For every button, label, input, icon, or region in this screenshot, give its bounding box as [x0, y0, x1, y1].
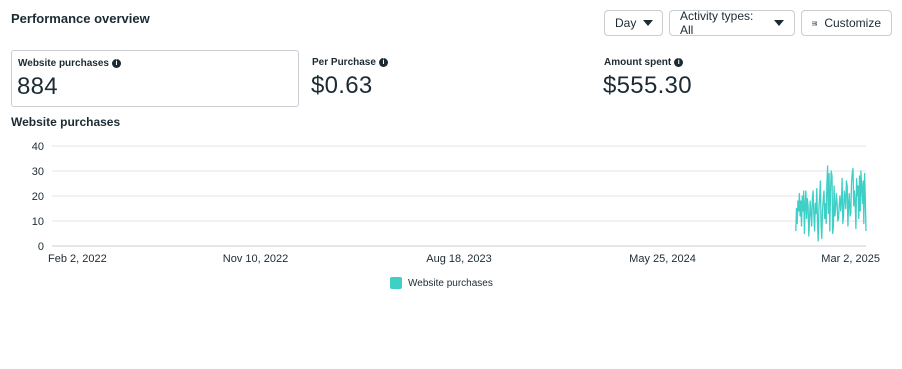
activity-types-label: Activity types: All — [680, 9, 754, 37]
y-tick-label: 30 — [32, 166, 44, 178]
activity-types-dropdown[interactable]: Activity types: All — [669, 9, 795, 37]
metric-label-text: Amount spent — [604, 57, 672, 68]
x-tick-label: Aug 18, 2023 — [426, 253, 491, 265]
page-title: Performance overview — [11, 11, 150, 26]
legend-label: Website purchases — [408, 277, 493, 289]
info-icon[interactable]: i — [111, 59, 121, 68]
x-tick-label: Mar 2, 2025 — [821, 253, 880, 265]
info-icon[interactable]: i — [378, 58, 388, 67]
metric-label-text: Website purchases — [18, 58, 109, 69]
y-tick-label: 10 — [32, 216, 44, 228]
metric-card-website-purchases[interactable]: Website purchases i 884 — [11, 50, 299, 107]
metric-value: $555.30 — [603, 72, 692, 99]
series-line-website-purchases — [795, 165, 867, 242]
metric-card-label: Per Purchase i — [312, 57, 388, 68]
day-dropdown[interactable]: Day — [604, 10, 663, 36]
y-tick-label: 0 — [38, 241, 44, 253]
x-tick-label: Feb 2, 2022 — [48, 253, 107, 265]
legend-swatch — [390, 277, 402, 289]
x-tick-label: Nov 10, 2022 — [223, 253, 288, 265]
caret-down-icon — [643, 20, 654, 26]
metric-label-text: Per Purchase — [312, 57, 376, 68]
metric-card-amount-spent[interactable]: Amount spent i $555.30 — [598, 50, 888, 107]
sliders-icon — [812, 21, 818, 25]
metric-card-label: Website purchases i — [18, 58, 121, 69]
chart-title: Website purchases — [11, 115, 121, 129]
y-tick-label: 40 — [32, 141, 44, 153]
day-dropdown-label: Day — [615, 16, 637, 30]
metric-card-label: Amount spent i — [604, 57, 684, 68]
chart-legend[interactable]: Website purchases — [390, 277, 493, 289]
metric-value: 884 — [17, 73, 58, 100]
metric-value: $0.63 — [311, 72, 373, 99]
caret-down-icon — [774, 20, 784, 26]
x-tick-label: May 25, 2024 — [629, 253, 696, 265]
metric-card-per-purchase[interactable]: Per Purchase i $0.63 — [306, 50, 586, 107]
customize-button[interactable]: Customize — [801, 10, 892, 36]
info-icon[interactable]: i — [674, 58, 684, 67]
line-chart: 0 10 20 30 40 Feb 2, 2022 Nov 10, 2022 Aug 18, … — [32, 141, 880, 265]
y-tick-label: 20 — [32, 191, 44, 203]
customize-label: Customize — [824, 16, 881, 30]
